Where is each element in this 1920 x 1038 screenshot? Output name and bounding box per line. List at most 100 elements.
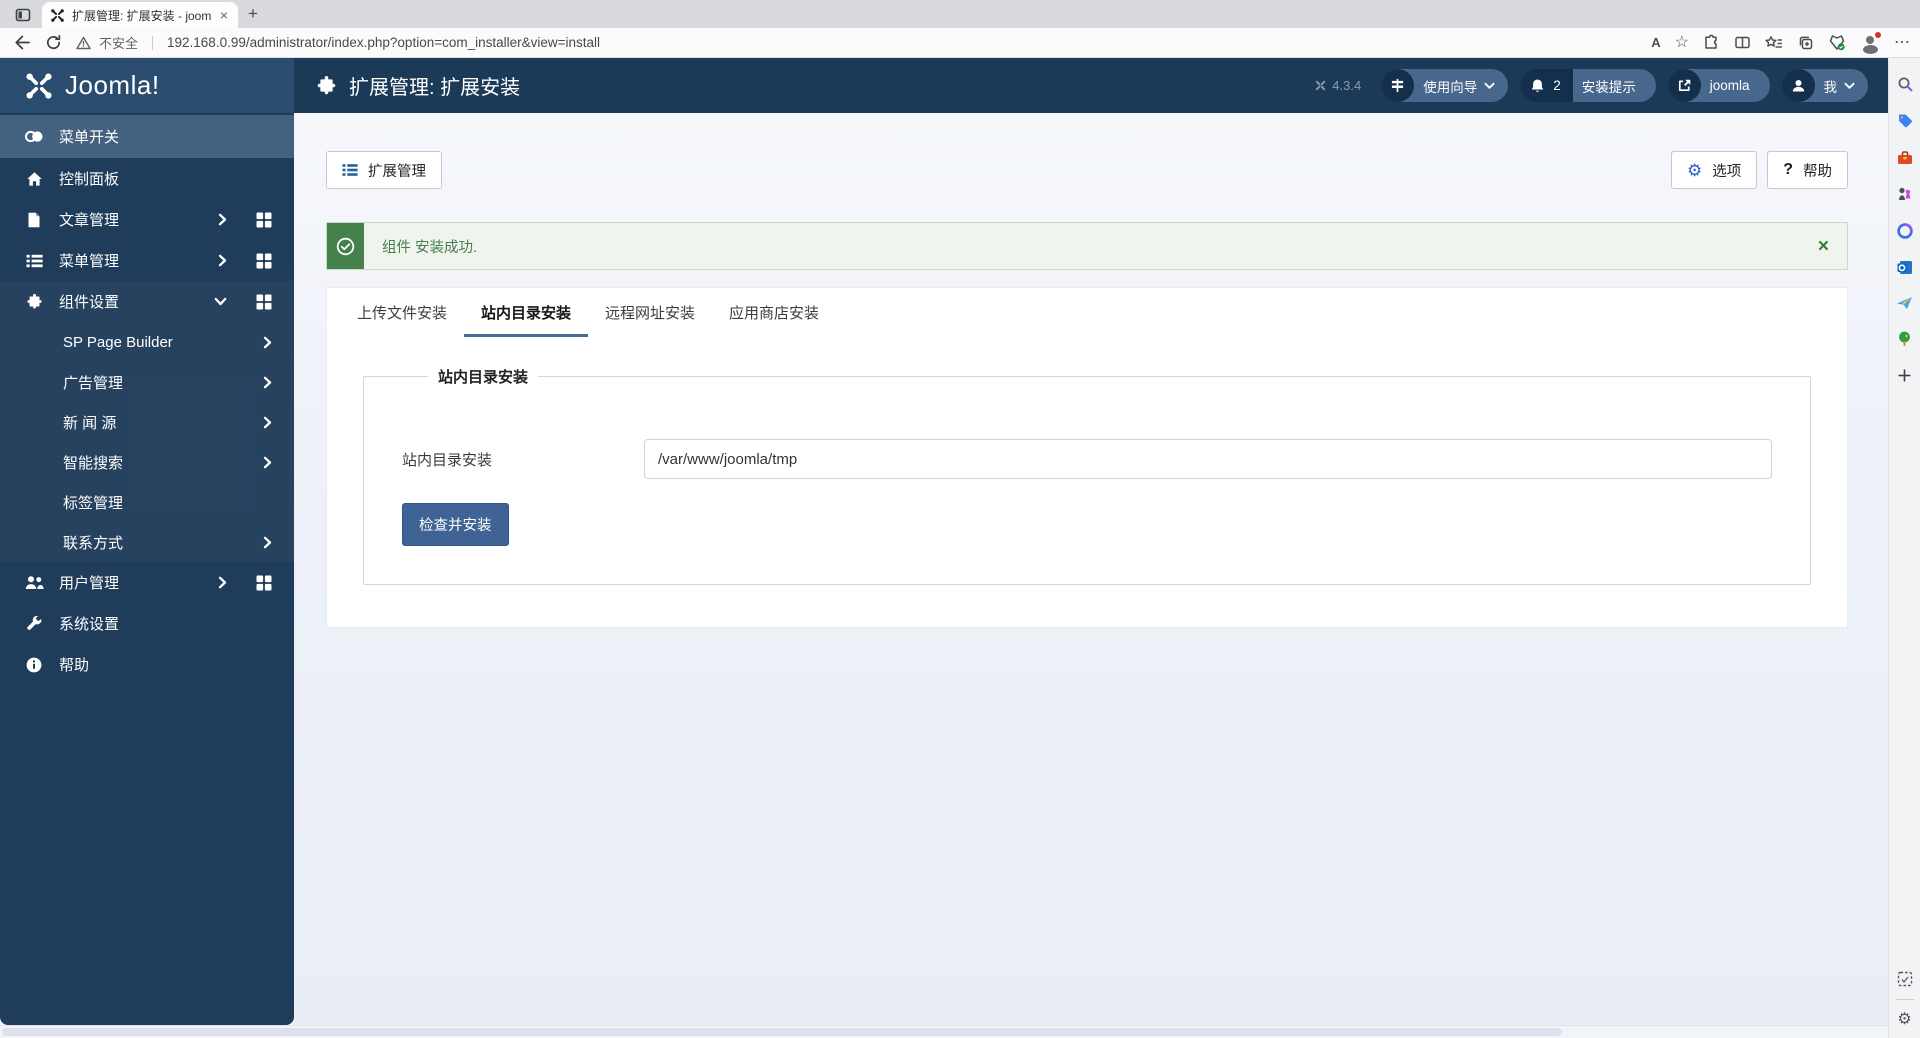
page-title: 扩展管理: 扩展安装 (316, 71, 520, 100)
tab-title: 扩展管理: 扩展安装 - joomla - 后 (72, 8, 211, 23)
chevron-down-icon (1484, 82, 1495, 89)
tab-actions-icon (15, 8, 31, 22)
sidebar-subitem-smart-search[interactable]: 智能搜索 (0, 442, 294, 482)
sidebar-shopping-icon[interactable] (1897, 113, 1913, 129)
browser-tab-strip: 扩展管理: 扩展安装 - joomla - 后 × + (0, 0, 1920, 28)
joomla-version: 4.3.4 (1314, 78, 1361, 93)
back-button[interactable] (14, 34, 31, 51)
sidebar-subitem-sp-page-builder[interactable]: SP Page Builder (0, 322, 294, 362)
alert-close-icon[interactable]: × (1818, 237, 1829, 256)
favorites-icon[interactable] (1765, 35, 1783, 51)
dashboard-grid-icon[interactable] (256, 212, 272, 228)
installer-card: 上传文件安装 站内目录安装 远程网址安装 应用商店安装 站内目录安装 站内目录安… (326, 287, 1848, 628)
web-capture-icon[interactable] (1897, 971, 1913, 987)
check-and-install-button[interactable]: 检查并安装 (402, 503, 509, 546)
sidebar-subitem-contacts[interactable]: 联系方式 (0, 522, 294, 562)
question-icon: ? (1783, 161, 1793, 178)
list-icon (342, 164, 358, 176)
browser-essentials-icon[interactable] (1828, 34, 1846, 51)
rail-settings-gear-icon[interactable]: ⚙ (1897, 1012, 1911, 1028)
puzzle-icon (26, 293, 42, 309)
sidebar-item-menus[interactable]: 菜单管理 (0, 240, 294, 281)
scrollbar-thumb[interactable] (2, 1028, 1562, 1036)
sidebar-subitem-banners[interactable]: 广告管理 (0, 362, 294, 402)
install-from-folder-fieldset: 站内目录安装 站内目录安装 检查并安装 (363, 366, 1811, 585)
rail-divider (1895, 999, 1914, 1000)
settings-menu-icon[interactable]: ⋯ (1894, 34, 1910, 51)
content-area: 扩展管理 ⚙ 选项 ? 帮助 组件 安装成功. × 上传文件安装 站内目录安装 … (294, 113, 1888, 1025)
tab-install-from-url[interactable]: 远程网址安装 (588, 288, 712, 337)
notifications-button[interactable]: 2 安装提示 (1520, 69, 1656, 102)
user-menu-button[interactable]: 我 (1781, 69, 1868, 102)
chevron-right-icon (263, 416, 272, 428)
read-aloud-icon[interactable]: A (1651, 35, 1660, 50)
sidebar-drop-icon[interactable] (1896, 296, 1913, 310)
sidebar-item-help[interactable]: 帮助 (0, 644, 294, 685)
gear-icon: ⚙ (1686, 160, 1703, 180)
extensions-icon[interactable] (1703, 34, 1720, 51)
sidebar-item-dashboard[interactable]: 控制面板 (0, 158, 294, 199)
sidebar-toolbox-icon[interactable] (1897, 150, 1913, 165)
security-label: 不安全 (99, 36, 139, 51)
bell-icon (1531, 78, 1544, 92)
site-security-chip[interactable]: 不安全 (76, 33, 138, 52)
content-toolbar: 扩展管理 ⚙ 选项 ? 帮助 (326, 113, 1848, 189)
admin-header: Joomla! 扩展管理: 扩展安装 4.3.4 使用向导 2 安装提示 joo… (0, 58, 1888, 113)
refresh-button[interactable] (45, 34, 62, 51)
chevron-right-icon (218, 254, 227, 267)
tab-install-from-folder[interactable]: 站内目录安装 (464, 288, 589, 337)
address-bar-url[interactable]: 192.168.0.99/administrator/index.php?opt… (167, 35, 1637, 50)
help-button[interactable]: ? 帮助 (1767, 151, 1848, 189)
list-icon (26, 254, 43, 267)
preview-site-button[interactable]: joomla (1667, 69, 1770, 102)
sidebar-subitem-tags[interactable]: 标签管理 (0, 482, 294, 522)
dashboard-grid-icon[interactable] (256, 294, 272, 310)
sidebar-customize-plus-icon[interactable] (1897, 368, 1912, 383)
wrench-icon (27, 615, 42, 630)
alert-status-strip (327, 223, 364, 269)
installer-tabs: 上传文件安装 站内目录安装 远程网址安装 应用商店安装 (327, 288, 1847, 337)
tab-actions-menu-button[interactable] (10, 4, 36, 26)
sidebar-item-articles[interactable]: 文章管理 (0, 199, 294, 240)
sidebar-copilot-icon[interactable] (1896, 223, 1913, 239)
sidebar-outlook-icon[interactable] (1897, 260, 1913, 275)
horizontal-scrollbar[interactable] (0, 1025, 1888, 1038)
browser-tab[interactable]: 扩展管理: 扩展安装 - joomla - 后 × (42, 2, 238, 28)
dashboard-grid-icon[interactable] (256, 253, 272, 269)
sidebar-search-icon[interactable] (1897, 76, 1913, 92)
edge-sidebar-rail: ⚙ (1888, 58, 1920, 1038)
new-tab-button[interactable]: + (248, 4, 258, 24)
sidebar-games-icon[interactable] (1897, 186, 1912, 202)
tab-upload-package[interactable]: 上传文件安装 (340, 288, 464, 337)
alert-message: 组件 安装成功. (382, 239, 478, 256)
sidebar-item-users[interactable]: 用户管理 (0, 562, 294, 603)
user-icon (1792, 80, 1804, 92)
sidebar-item-system[interactable]: 系统设置 (0, 603, 294, 644)
collections-icon[interactable] (1797, 34, 1814, 51)
guided-tour-button[interactable]: 使用向导 (1381, 69, 1509, 102)
check-circle-icon (336, 237, 355, 255)
sidebar-item-components[interactable]: 组件设置 (0, 281, 294, 322)
add-favorite-star-icon[interactable]: ☆ (1675, 34, 1689, 51)
chevron-down-icon (1844, 82, 1855, 89)
external-link-icon (1678, 79, 1691, 92)
folder-path-label: 站内目录安装 (402, 451, 493, 469)
tab-install-from-web[interactable]: 应用商店安装 (712, 288, 836, 337)
tab-close-icon[interactable]: × (218, 8, 230, 22)
split-screen-icon[interactable] (1734, 34, 1751, 51)
folder-path-input[interactable] (644, 439, 1772, 479)
chevron-right-icon (263, 456, 272, 468)
sidebar-tree-icon[interactable] (1897, 331, 1912, 347)
profile-notification-dot (1874, 30, 1882, 39)
dashboard-grid-icon[interactable] (256, 575, 272, 591)
notification-count: 2 (1553, 78, 1561, 93)
sidebar-item-menu-toggle[interactable]: 菜单开关 (0, 115, 294, 158)
navbar-right-icons: A ☆ ⋯ (1651, 30, 1910, 53)
puzzle-icon (317, 76, 336, 95)
sidebar-subitem-newsfeeds[interactable]: 新 闻 源 (0, 402, 294, 442)
options-button[interactable]: ⚙ 选项 (1670, 151, 1758, 189)
extension-manager-button[interactable]: 扩展管理 (326, 151, 442, 189)
chevron-right-icon (218, 576, 227, 589)
joomla-logo-block[interactable]: Joomla! (0, 58, 294, 113)
profile-avatar[interactable] (1860, 30, 1882, 53)
